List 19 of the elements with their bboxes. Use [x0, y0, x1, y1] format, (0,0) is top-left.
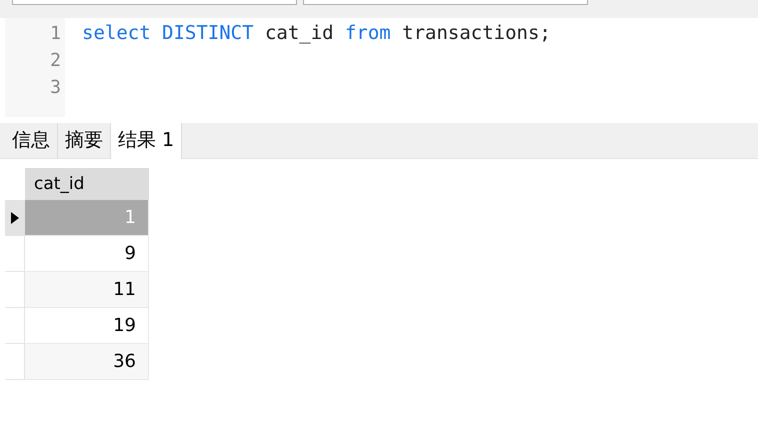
- line-number: 2: [49, 49, 62, 73]
- toolbar-field[interactable]: [303, 0, 588, 5]
- result-tab[interactable]: 信息: [5, 123, 58, 158]
- code-token: cat_id: [264, 22, 334, 44]
- table-cell[interactable]: 19: [25, 308, 149, 344]
- column-header[interactable]: cat_id: [25, 168, 149, 200]
- table-cell[interactable]: 9: [25, 236, 149, 272]
- code-token: from: [344, 22, 391, 44]
- line-number: 1: [49, 22, 62, 46]
- code-token: transactions;: [402, 22, 551, 44]
- result-tab[interactable]: 结果 1: [111, 123, 182, 159]
- line-number: 3: [49, 76, 62, 100]
- table-cell[interactable]: 36: [25, 344, 149, 380]
- toolbar-field[interactable]: [12, 0, 297, 5]
- row-indicator[interactable]: [5, 200, 25, 236]
- code-token: DISTINCT: [162, 22, 254, 44]
- table-cell[interactable]: 11: [25, 272, 149, 308]
- code-token: select: [82, 22, 151, 44]
- current-row-icon: [10, 212, 18, 224]
